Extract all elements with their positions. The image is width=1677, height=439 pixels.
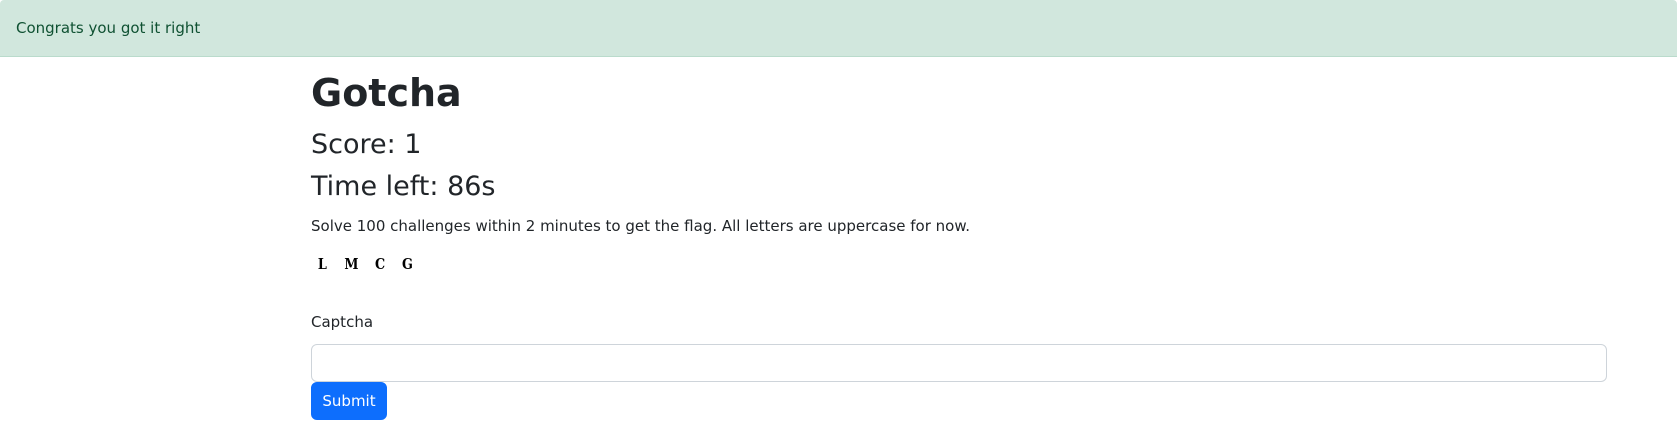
instructions-text: Solve 100 challenges within 2 minutes to…: [311, 217, 970, 235]
captcha-char: G: [402, 255, 414, 273]
captcha-char: M: [343, 255, 359, 273]
captcha-input[interactable]: [311, 344, 1607, 382]
page-title: Gotcha: [311, 71, 462, 115]
success-alert: Congrats you got it right: [0, 0, 1677, 57]
time-left-display: Time left: 86s: [311, 171, 496, 202]
captcha-char: L: [317, 255, 328, 273]
captcha-char: C: [375, 255, 387, 273]
alert-message: Congrats you got it right: [16, 19, 201, 37]
captcha-image: L M C G: [317, 255, 415, 273]
submit-button[interactable]: Submit: [311, 382, 387, 420]
score-display: Score: 1: [311, 129, 422, 160]
captcha-label: Captcha: [311, 313, 374, 331]
